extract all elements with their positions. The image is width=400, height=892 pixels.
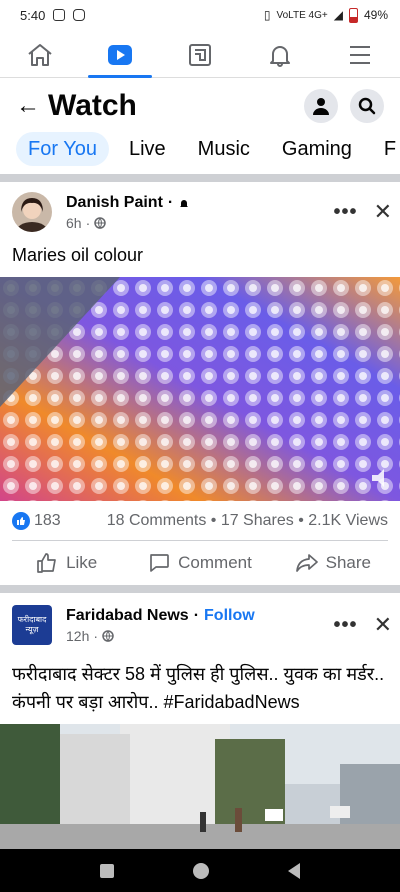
status-time: 5:40 [20,7,46,23]
post-video[interactable] [0,277,400,501]
post-divider [0,585,400,593]
home-button[interactable] [192,862,209,879]
bell-icon [180,199,189,207]
section-divider [0,174,400,182]
vibrate-icon: ▯ [263,8,271,22]
reaction-count[interactable]: 183 [34,512,61,530]
tab-marketplace[interactable] [160,32,240,77]
comment-label: Comment [178,553,252,572]
tab-notifications[interactable] [240,32,320,77]
more-options-icon[interactable]: ••• [334,614,358,637]
thumbs-up-icon [37,553,56,573]
notification-app-icon [53,9,66,21]
instagram-icon [73,9,86,21]
share-label: Share [325,553,371,572]
marketplace-icon [189,43,211,66]
like-reaction-icon [12,512,30,530]
top-nav [0,32,400,78]
comment-count[interactable]: 18 Comments [107,512,207,529]
comment-icon [150,554,169,572]
comment-button[interactable]: Comment [133,544,266,582]
post-header: फरीदाबाद न्यूज़ Faridabad News · Follow … [12,601,392,649]
separator: · [193,606,200,624]
profile-button[interactable] [304,89,338,123]
chip-music[interactable]: Music [186,132,262,166]
chip-live[interactable]: Live [117,132,178,166]
person-icon [313,98,329,115]
view-count: 2.1K Views [308,512,388,529]
page-title: Watch [48,89,137,122]
more-options-icon[interactable]: ••• [334,201,358,224]
globe-icon [102,629,114,642]
share-button[interactable]: Share [267,544,400,582]
signal-icon: ◢ [333,8,343,22]
system-nav-bar [0,849,400,892]
page-logo[interactable]: फरीदाबाद न्यूज़ [12,605,52,645]
post-time: 12h [66,627,90,644]
tab-home[interactable] [0,32,80,77]
post-time: 6h [66,214,82,231]
post-caption: Maries oil colour [12,245,144,265]
post-stats: 183 18 Comments • 17 Shares • 2.1K Views [12,510,388,532]
follow-button[interactable]: Follow [204,607,255,625]
globe-icon [94,216,106,229]
back-arrow-icon[interactable]: ← [16,92,44,120]
tab-menu[interactable] [320,32,400,77]
watch-icon [108,44,132,65]
separator: · [167,193,174,211]
chip-for-you[interactable]: For You [16,132,109,166]
post-header: Danish Paint · 6h · ••• ✕ [12,188,392,236]
post-author[interactable]: Danish Paint [66,194,163,212]
battery-icon [348,7,358,23]
close-icon[interactable]: ✕ [374,199,392,225]
back-button[interactable] [288,862,301,879]
bell-icon [270,45,290,67]
home-icon [28,43,52,66]
logo-text: फरीदाबाद न्यूज़ [17,615,47,634]
stats-divider [12,540,388,541]
post-caption: फरीदाबाद सेक्टर 58 में पुलिस ही पुलिस.. … [12,664,385,712]
status-bar: 5:40 ▯ VoLTE 4G+ ◢ 49% [0,0,400,30]
close-icon[interactable]: ✕ [374,612,392,638]
watch-header: ← Watch [0,82,400,130]
network-label: VoLTE 4G+ [276,9,328,21]
share-icon [295,554,318,572]
recent-apps-button[interactable] [99,863,114,878]
chip-more[interactable]: F [372,132,400,166]
post-author[interactable]: Faridabad News [66,607,189,625]
post-action-bar: Like Comment Share [0,544,400,582]
tab-watch[interactable] [80,32,160,78]
battery-level: 49% [363,8,388,22]
search-icon [358,97,376,115]
like-label: Like [66,553,98,572]
like-button[interactable]: Like [0,544,133,582]
share-count[interactable]: 17 Shares [221,512,294,529]
avatar[interactable] [12,192,52,232]
menu-icon [350,45,370,64]
chip-gaming[interactable]: Gaming [270,132,364,166]
search-button[interactable] [350,89,384,123]
post-image[interactable] [0,724,400,849]
category-chips: For You Live Music Gaming F [16,132,400,166]
